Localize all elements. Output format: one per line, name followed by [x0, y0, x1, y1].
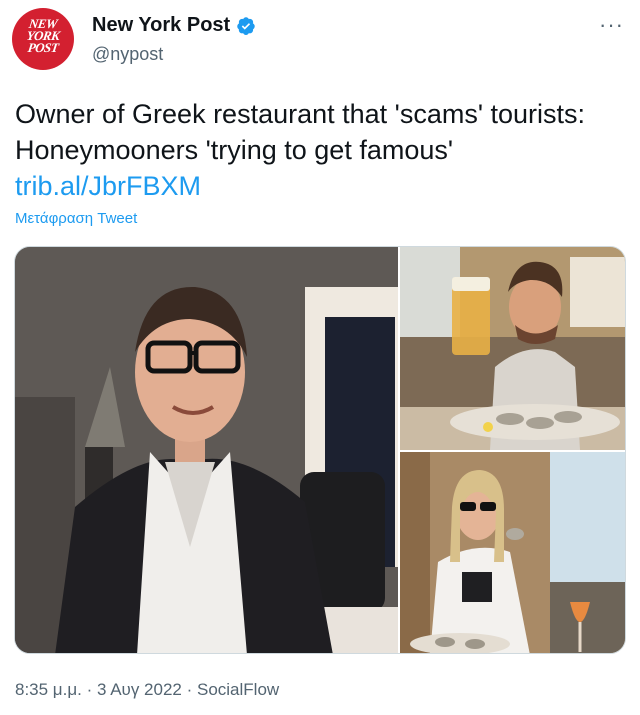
tweet-text: Owner of Greek restaurant that 'scams' t…	[15, 96, 615, 204]
translate-tweet-link[interactable]: Μετάφραση Tweet	[15, 210, 137, 227]
avatar[interactable]: NEW YORK POST	[12, 8, 74, 70]
photo-man-with-beer-illustration	[400, 247, 625, 450]
media-grid[interactable]	[14, 246, 626, 654]
tweet-body: Owner of Greek restaurant that 'scams' t…	[15, 99, 586, 165]
more-options-icon[interactable]: ···	[599, 12, 624, 38]
photo-man-with-beer[interactable]	[400, 247, 625, 450]
logo-line-3: POST	[26, 40, 60, 55]
photo-restaurant-owner-illustration	[15, 247, 398, 653]
verified-badge-icon	[237, 16, 255, 35]
author-handle[interactable]: @nypost	[92, 44, 163, 65]
photo-restaurant-owner[interactable]	[15, 247, 398, 653]
author-display-name[interactable]: New York Post	[92, 14, 230, 37]
author-name-row: New York Post	[92, 14, 256, 37]
photo-woman-with-oysters[interactable]	[400, 452, 625, 653]
nypost-logo: NEW YORK POST	[12, 16, 74, 55]
tweet-timestamp[interactable]: 8:35 μ.μ. · 3 Αυγ 2022 · SocialFlow	[15, 680, 279, 700]
tweet-link[interactable]: trib.al/JbrFBXM	[15, 171, 201, 201]
photo-woman-with-oysters-illustration	[400, 452, 625, 653]
